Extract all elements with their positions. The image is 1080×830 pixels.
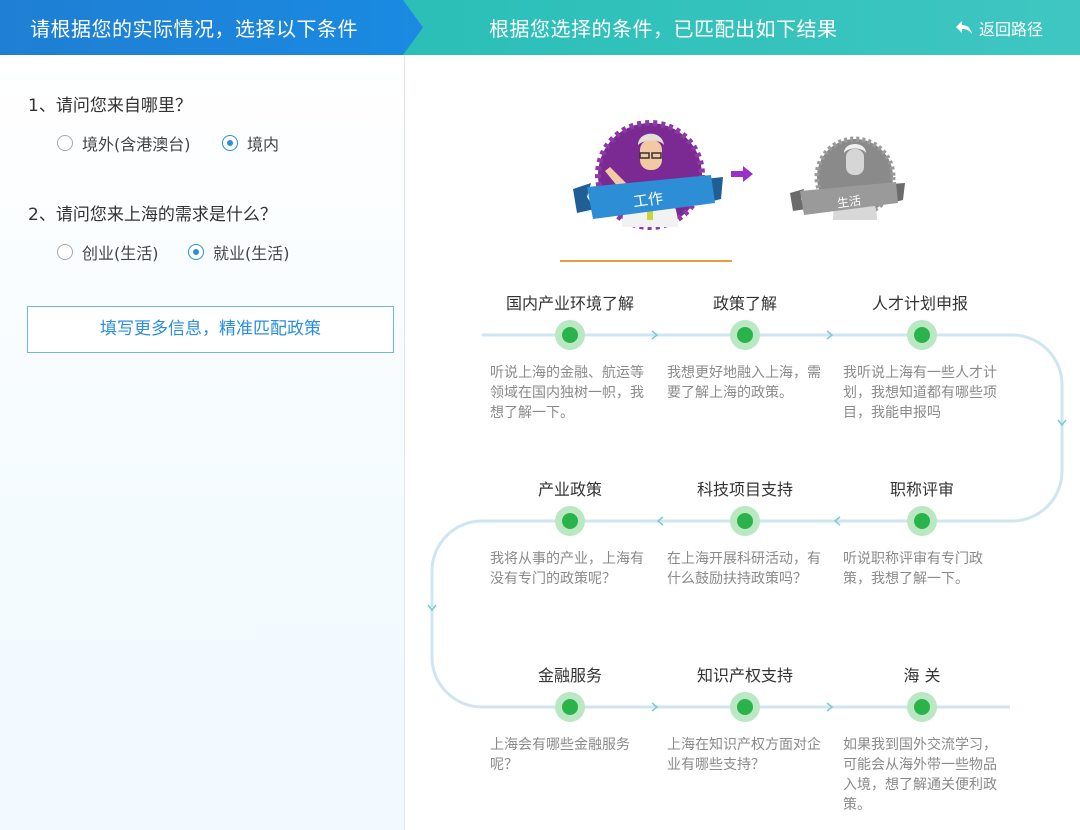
back-path-label: 返回路径 — [979, 20, 1044, 39]
question-need: 2、请问您来上海的需求是什么？ — [28, 205, 277, 225]
option-startup[interactable]: 创业(生活) — [57, 240, 159, 264]
result-header-title: 根据您选择的条件，已匹配出如下结果 — [489, 17, 838, 41]
step-desc-policy-overview: 我想更好地融入上海，需要了解上海的政策。 — [667, 365, 821, 401]
step-desc-ip-support: 上海在知识产权方面对企业有哪些支持？ — [667, 737, 821, 773]
radio-overseas[interactable] — [57, 135, 73, 151]
step-title-financial-service: 金融服务 — [537, 666, 602, 685]
option-employment[interactable]: 就业(生活) — [188, 240, 290, 264]
step-title-policy-overview: 政策了解 — [712, 294, 777, 313]
step-node-financial-service[interactable] — [555, 692, 585, 722]
step-desc-industry-policy: 我将从事的产业，上海有没有专门的政策呢？ — [490, 551, 644, 587]
step-desc-tech-project: 在上海开展科研活动，有什么鼓励扶持政策吗？ — [667, 551, 821, 587]
step-title-talent-program: 人才计划申报 — [871, 294, 968, 313]
step-node-industry-policy[interactable] — [555, 506, 585, 536]
condition-header-title: 请根据您的实际情况，选择以下条件 — [30, 17, 358, 41]
step-desc-financial-service: 上海会有哪些金融服务呢？ — [490, 737, 630, 773]
step-node-industry-environment[interactable] — [555, 320, 585, 350]
step-node-title-review[interactable] — [907, 506, 937, 536]
option-domestic[interactable]: 境内 — [222, 131, 279, 155]
step-title-industry-environment: 国内产业环境了解 — [505, 294, 634, 313]
condition-panel: 1、请问您来自哪里？ 境外(含港澳台) 境内 2、请问您来上海的需求是什么？ 创… — [0, 55, 405, 830]
step-desc-industry-environment: 听说上海的金融、航运等领域在国内独树一帜，我想了解一下。 — [490, 365, 644, 421]
question-origin: 1、请问您来自哪里？ — [28, 96, 192, 116]
top-bar: 请根据您的实际情况，选择以下条件 根据您选择的条件，已匹配出如下结果 返回路径 — [0, 0, 1080, 55]
option-startup-label: 创业(生活) — [82, 244, 159, 263]
option-employment-label: 就业(生活) — [213, 244, 290, 263]
step-node-talent-program[interactable] — [907, 320, 937, 350]
step-title-title-review: 职称评审 — [889, 480, 954, 499]
step-desc-talent-program: 我听说上海有一些人才计划，我想知道都有哪些项目，我能申报吗 — [843, 365, 997, 421]
radio-domestic[interactable] — [222, 135, 238, 151]
radio-startup[interactable] — [57, 244, 73, 260]
option-overseas-label: 境外(含港澳台) — [82, 135, 191, 154]
back-path-button[interactable]: 返回路径 — [955, 16, 1043, 40]
step-node-ip-support[interactable] — [730, 692, 760, 722]
step-node-customs[interactable] — [907, 692, 937, 722]
step-desc-customs: 如果我到国外交流学习，可能会从海外带一些物品入境，想了解通关便利政策。 — [843, 737, 997, 813]
option-domestic-label: 境内 — [247, 135, 280, 154]
back-arrow-icon — [956, 21, 972, 34]
option-overseas[interactable]: 境外(含港澳台) — [57, 131, 191, 155]
result-panel: 工作 生活 国内产业环境了解 听说上海的金融、航运等领域在国内独树一帜，我想了解… — [405, 55, 1080, 830]
step-node-tech-project[interactable] — [730, 506, 760, 536]
precise-match-button[interactable]: 填写更多信息，精准匹配政策 — [27, 306, 394, 353]
step-node-policy-overview[interactable] — [730, 320, 760, 350]
step-title-ip-support: 知识产权支持 — [696, 666, 793, 685]
step-desc-title-review: 听说职称评审有专门政策，我想了解一下。 — [843, 551, 983, 587]
step-title-industry-policy: 产业政策 — [537, 480, 602, 499]
step-title-customs: 海 关 — [903, 666, 941, 685]
step-title-tech-project: 科技项目支持 — [696, 480, 793, 499]
radio-employment[interactable] — [188, 244, 204, 260]
